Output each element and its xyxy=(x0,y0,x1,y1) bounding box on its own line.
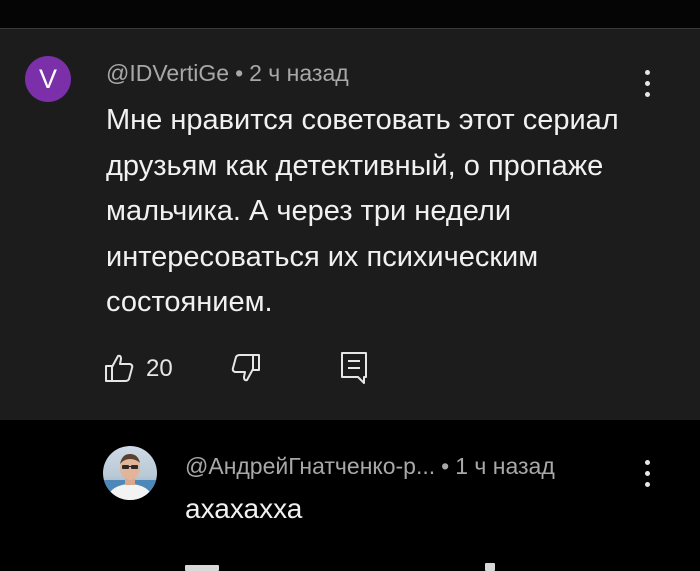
dislike-icon[interactable] xyxy=(229,352,261,384)
author-avatar[interactable]: V xyxy=(25,56,71,102)
reply-meta: @АндрейГнатченко-р... • 1 ч назад xyxy=(185,453,555,480)
like-count: 20 xyxy=(146,355,173,382)
author-name[interactable]: @IDVertiGe xyxy=(106,60,229,86)
meta-separator: • xyxy=(441,453,450,479)
comment-text: Мне нравится советовать этот сериал друз… xyxy=(106,104,619,318)
comment-meta: @IDVertiGe • 2 ч назад xyxy=(106,60,349,87)
avatar-photo xyxy=(103,454,157,500)
reply-time: 1 ч назад xyxy=(455,453,555,479)
like-icon[interactable] xyxy=(104,352,136,384)
comment-time: 2 ч назад xyxy=(249,60,349,86)
reply-author-avatar[interactable] xyxy=(103,446,157,500)
meta-separator: • xyxy=(235,60,244,86)
reply-icon[interactable] xyxy=(339,350,371,386)
more-vert-icon[interactable] xyxy=(644,70,652,103)
reply-text: ахахахха xyxy=(185,493,303,524)
reply-author-name[interactable]: @АндрейГнатченко-р... xyxy=(185,453,435,479)
top-bar xyxy=(0,0,700,28)
clipped-next-text xyxy=(185,563,515,571)
more-vert-icon[interactable] xyxy=(644,460,652,493)
